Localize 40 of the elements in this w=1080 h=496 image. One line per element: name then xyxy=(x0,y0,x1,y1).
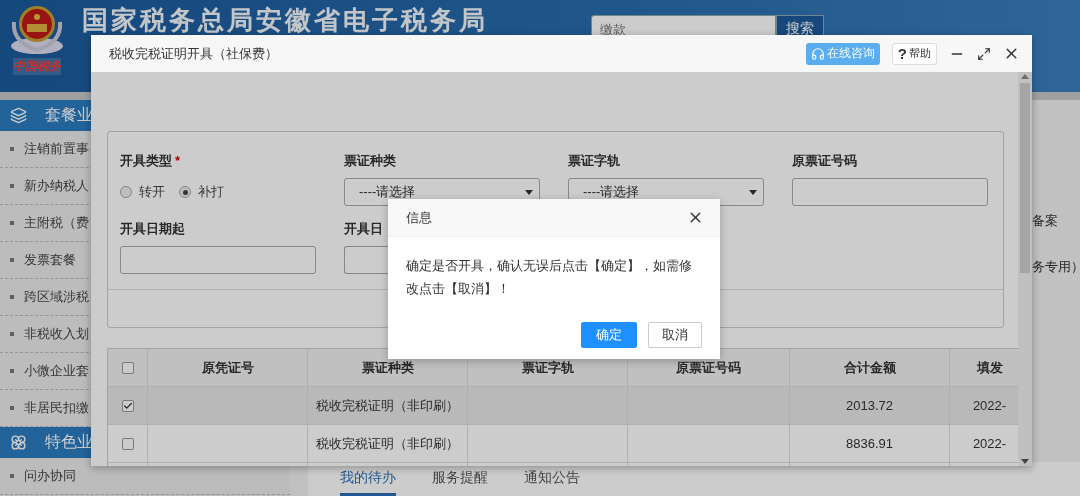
table-cell: 税收完税证明（非印刷） xyxy=(308,425,468,462)
column-header: 合计金额 xyxy=(790,349,950,386)
scroll-up-icon[interactable] xyxy=(1021,74,1029,79)
column-header: 原凭证号 xyxy=(148,349,308,386)
cancel-button[interactable]: 取消 xyxy=(648,322,702,348)
site-title: 国家税务总局安徽省电子税务局 xyxy=(82,4,488,37)
checkbox[interactable] xyxy=(121,361,134,374)
radio-option[interactable]: 转开 xyxy=(120,183,165,201)
flower-icon xyxy=(10,434,27,451)
caret-icon xyxy=(749,189,757,195)
tab[interactable]: 通知公告 xyxy=(524,462,580,496)
dialog-message: 确定是否开具，确认无误后点击【确定】，如需修改点击【取消】！ xyxy=(405,257,693,298)
input-field[interactable] xyxy=(792,178,988,206)
required-mark: * xyxy=(175,153,181,168)
scroll-down-icon[interactable] xyxy=(1021,459,1029,464)
modal-title: 税收完税证明开具（社保费） xyxy=(109,44,278,63)
tab[interactable]: 服务提醒 xyxy=(432,462,488,496)
field-label: 开具日期起 xyxy=(120,220,186,238)
headset-icon xyxy=(810,46,825,61)
checkbox[interactable] xyxy=(121,437,134,450)
table-cell: 税收完税证明（非印刷） xyxy=(308,387,468,424)
input-field[interactable] xyxy=(344,246,388,274)
field-label: 原票证号码 xyxy=(792,152,858,170)
list-text: 备案 xyxy=(1032,212,1059,230)
checkbox[interactable] xyxy=(121,399,134,412)
scrollbar[interactable] xyxy=(1018,72,1032,466)
field-label: 开具日 xyxy=(344,220,384,238)
table-cell: 2013.72 xyxy=(790,387,950,424)
input-field[interactable] xyxy=(120,246,316,274)
field-label: 票证种类 xyxy=(344,152,397,170)
maximize-icon[interactable] xyxy=(977,46,991,61)
table-cell: 8836.91 xyxy=(790,425,950,462)
list-text: 务专用） xyxy=(1032,258,1080,276)
help-button[interactable]: ?帮助 xyxy=(891,42,937,65)
dialog-title: 信息 xyxy=(406,208,432,227)
field-label: 开具类型 * xyxy=(120,152,182,170)
field-label: 票证字轨 xyxy=(568,152,621,170)
layers-icon xyxy=(10,107,27,124)
caret-icon xyxy=(525,189,533,195)
radio-option[interactable]: 补打 xyxy=(179,183,224,201)
